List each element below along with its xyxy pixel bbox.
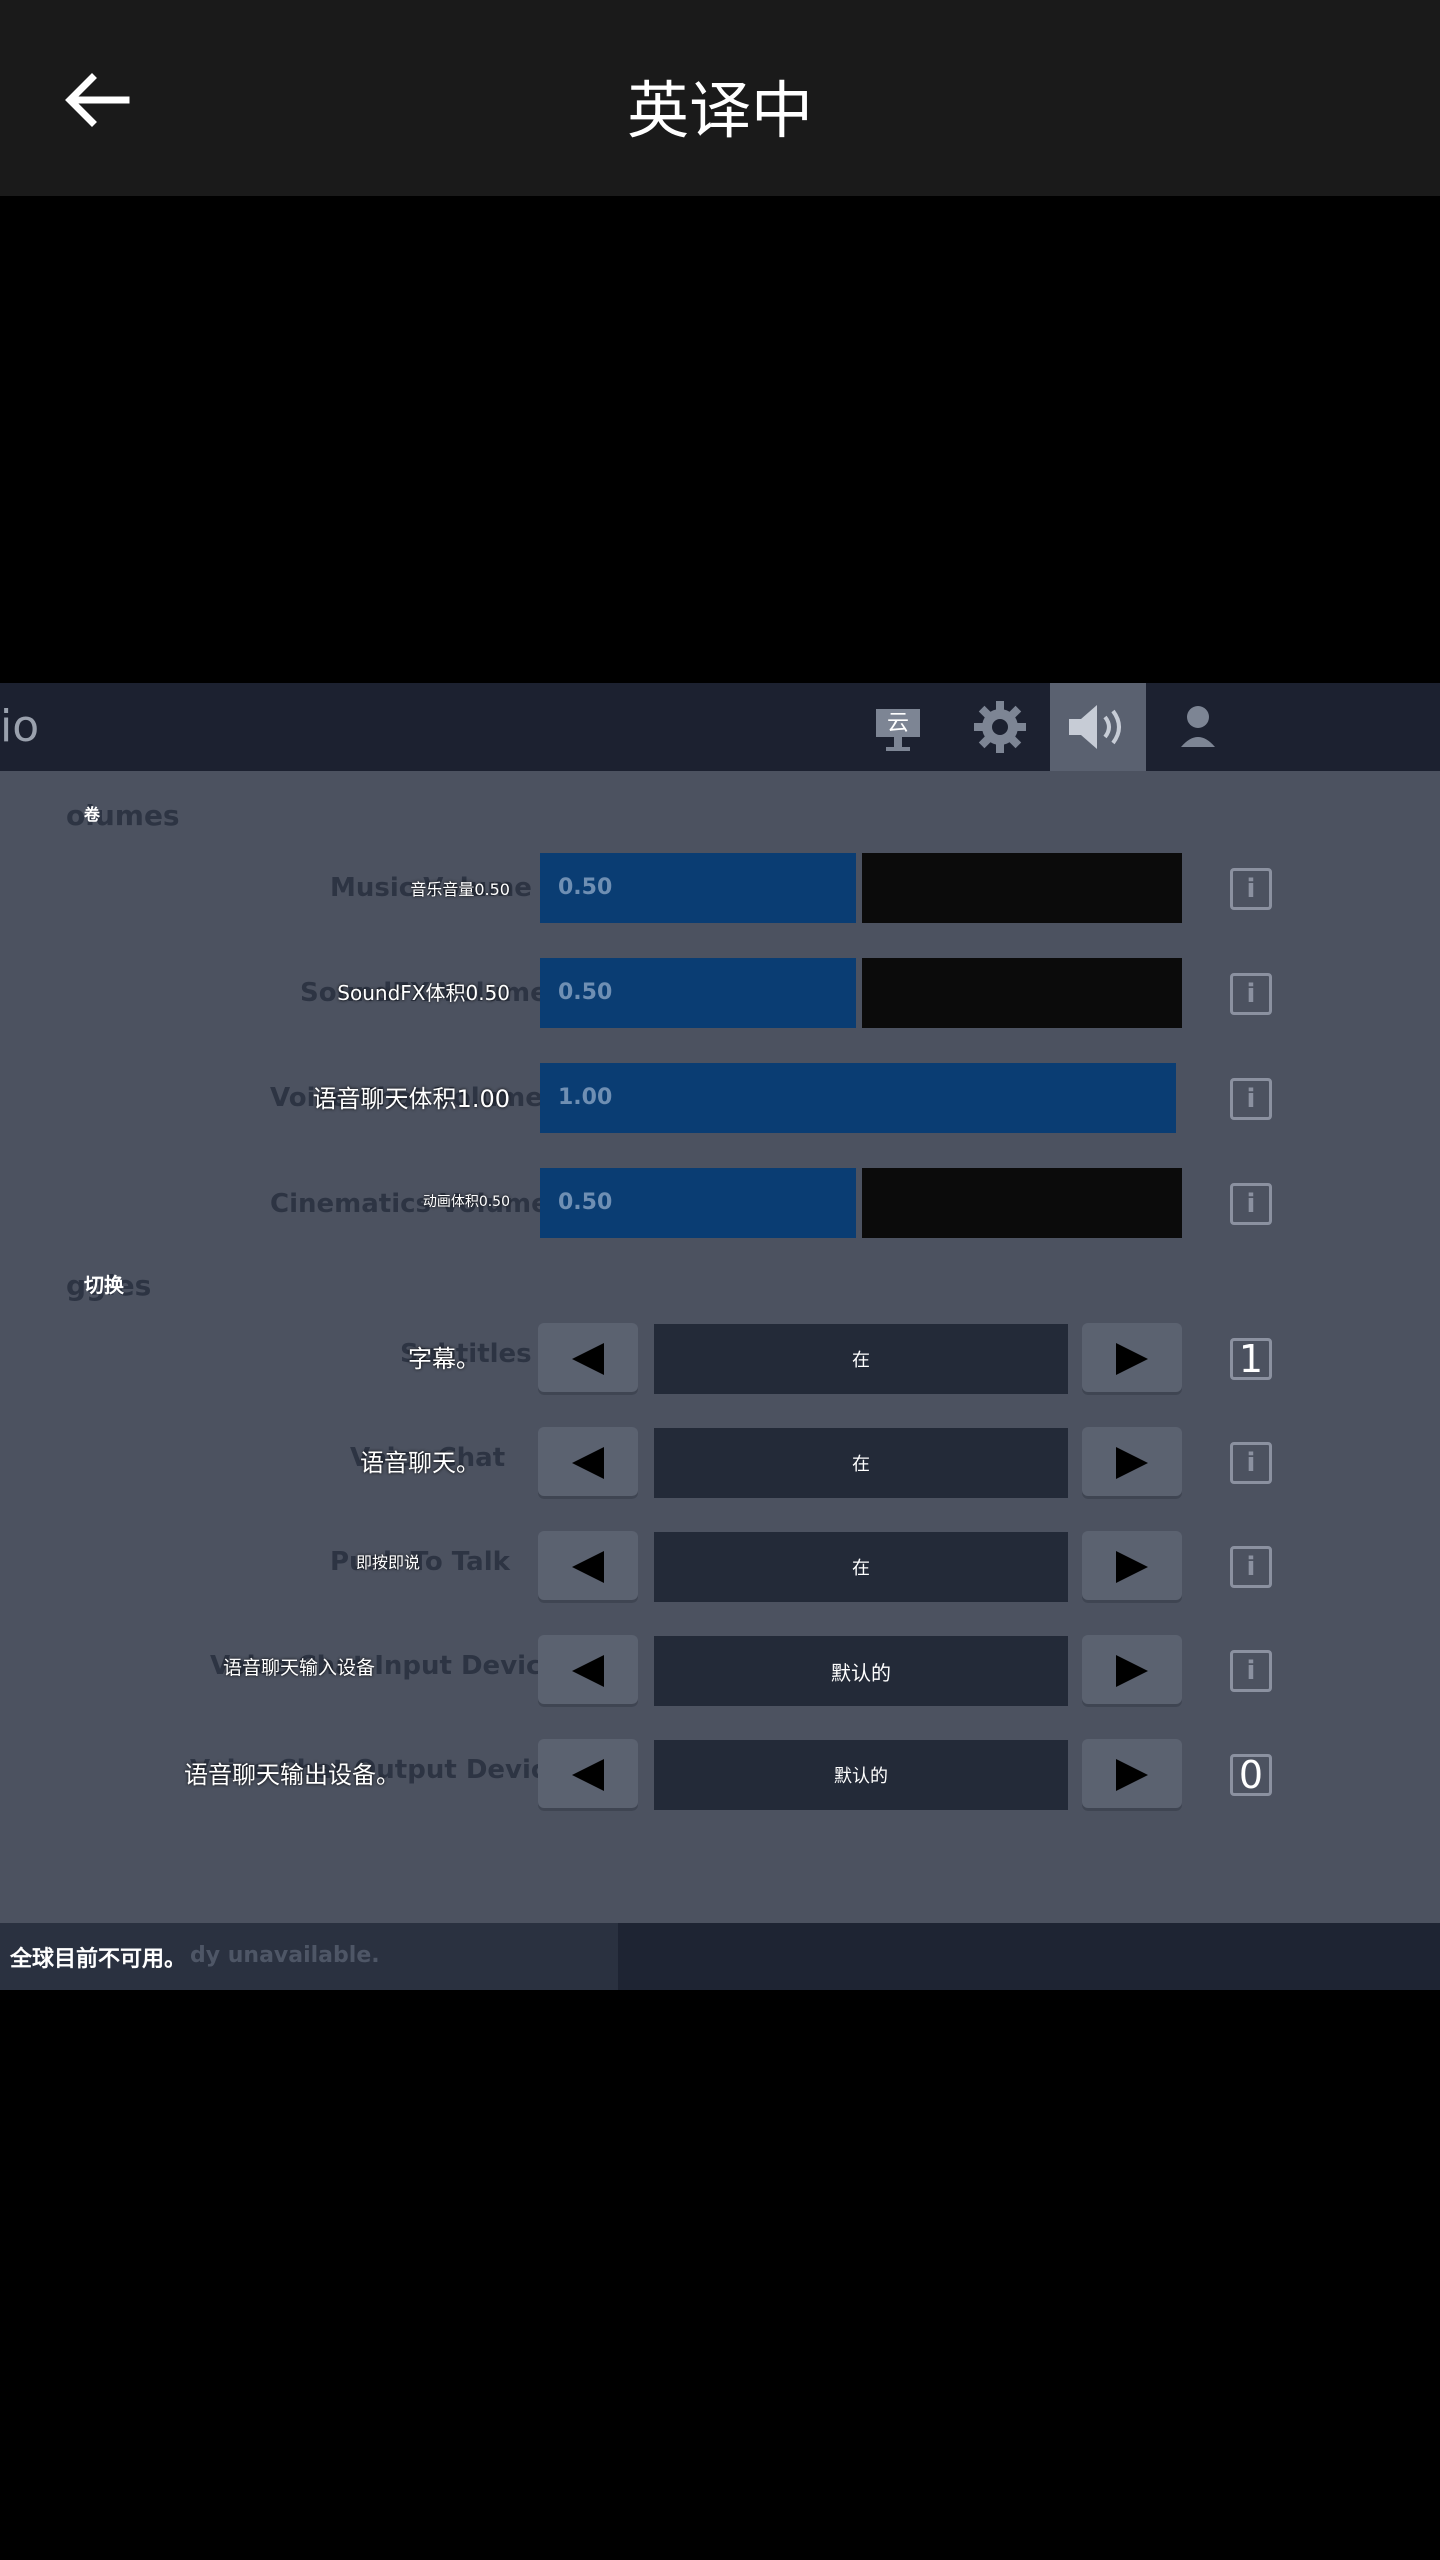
tab-display[interactable]: 云 xyxy=(850,683,946,771)
volume-label: 动画体积0.50 xyxy=(422,1194,510,1210)
toggle-value: 默认的 xyxy=(654,1740,1068,1810)
toggle-prev-button[interactable] xyxy=(538,1635,638,1707)
speaker-icon xyxy=(1069,705,1121,749)
info-icon[interactable]: i xyxy=(1230,1546,1272,1588)
toggle-prev-button[interactable] xyxy=(538,1531,638,1603)
left-triangle-icon xyxy=(572,1759,604,1791)
toggle-label: 即按即说 xyxy=(355,1553,420,1572)
slider-value: 0.50 xyxy=(558,875,613,900)
info-icon[interactable]: i xyxy=(1230,868,1272,910)
toggle-prev-button[interactable] xyxy=(538,1323,638,1395)
slider-value: 0.50 xyxy=(558,1190,613,1215)
tab-account[interactable] xyxy=(1150,683,1246,771)
footer-ghost-text: dy unavailable. xyxy=(190,1943,380,1968)
user-icon xyxy=(1181,706,1215,747)
soundfx-volume-slider[interactable]: 0.50 xyxy=(540,958,1182,1028)
info-icon[interactable]: i xyxy=(1230,1183,1272,1225)
music-volume-slider[interactable]: 0.50 xyxy=(540,853,1182,923)
left-triangle-icon xyxy=(572,1551,604,1583)
volume-label: SoundFX体积0.50 xyxy=(337,981,510,1005)
right-triangle-icon xyxy=(1116,1447,1148,1479)
toggle-next-button[interactable] xyxy=(1082,1739,1182,1811)
toggle-label: 字幕。 xyxy=(408,1345,480,1373)
toggle-value: 在 xyxy=(654,1428,1068,1498)
right-triangle-icon xyxy=(1116,1655,1148,1687)
toggle-next-button[interactable] xyxy=(1082,1323,1182,1395)
page-title: 英译中 xyxy=(626,74,813,147)
section-volumes-label: 卷 xyxy=(84,805,101,824)
toggle-next-button[interactable] xyxy=(1082,1635,1182,1707)
gear-icon xyxy=(974,701,1026,753)
info-icon[interactable]: i xyxy=(1230,1650,1272,1692)
info-icon[interactable]: i xyxy=(1230,1442,1272,1484)
toggle-value: 默认的 xyxy=(654,1636,1068,1706)
info-icon[interactable]: 1 xyxy=(1230,1337,1272,1381)
right-triangle-icon xyxy=(1116,1343,1148,1375)
info-icon[interactable]: 0 xyxy=(1230,1753,1272,1797)
right-triangle-icon xyxy=(1116,1551,1148,1583)
toggle-value: 在 xyxy=(654,1324,1068,1394)
right-triangle-icon xyxy=(1116,1759,1148,1791)
cinematics-volume-slider[interactable]: 0.50 xyxy=(540,1168,1182,1238)
tab-settings[interactable] xyxy=(952,683,1048,771)
toggle-label: 语音聊天输出设备。 xyxy=(184,1761,400,1789)
tab-audio[interactable] xyxy=(1050,683,1146,771)
voice-chat-volume-slider[interactable]: 1.00 xyxy=(540,1063,1182,1133)
toggle-value: 在 xyxy=(654,1532,1068,1602)
section-toggles-label: 切换 xyxy=(84,1273,124,1297)
status-footer: dy unavailable. 全球目前不可用。 xyxy=(0,1923,1440,1990)
toggle-label: 语音聊天输入设备 xyxy=(222,1657,375,1679)
toggle-next-button[interactable] xyxy=(1082,1427,1182,1499)
left-triangle-icon xyxy=(572,1447,604,1479)
game-settings-screenshot: io 云 olumes 卷 Music Volume 音乐音量0.50 0.50… xyxy=(0,683,1440,1990)
info-icon[interactable]: i xyxy=(1230,1078,1272,1120)
volume-label: 语音聊天体积1.00 xyxy=(312,1085,510,1113)
game-title-fragment: io xyxy=(0,701,40,752)
toggle-next-button[interactable] xyxy=(1082,1531,1182,1603)
toggle-label: 语音聊天。 xyxy=(360,1449,480,1477)
app-bar: 英译中 xyxy=(0,0,1440,196)
left-triangle-icon xyxy=(572,1343,604,1375)
toggle-prev-button[interactable] xyxy=(538,1739,638,1811)
toggle-prev-button[interactable] xyxy=(538,1427,638,1499)
game-top-bar: io 云 xyxy=(0,683,1440,771)
info-icon[interactable]: i xyxy=(1230,973,1272,1015)
tab-display-label: 云 xyxy=(886,711,909,736)
volume-label: 音乐音量0.50 xyxy=(410,880,510,899)
left-triangle-icon xyxy=(572,1655,604,1687)
slider-value: 1.00 xyxy=(558,1085,613,1110)
slider-value: 0.50 xyxy=(558,980,613,1005)
footer-message: 全球目前不可用。 xyxy=(10,1947,187,1972)
